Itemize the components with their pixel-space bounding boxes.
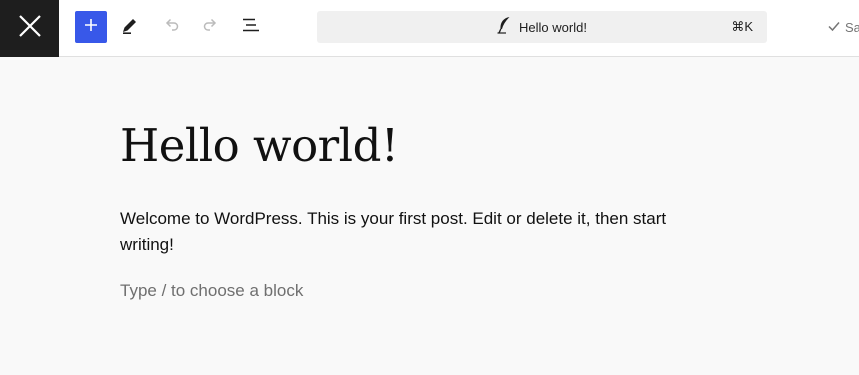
close-editor-button[interactable] <box>0 0 59 57</box>
editor-toolbar: Hello world! ⌘K Sa <box>0 0 859 57</box>
undo-icon <box>161 15 181 40</box>
close-icon <box>18 14 42 43</box>
redo-button[interactable] <box>195 11 227 43</box>
undo-button[interactable] <box>155 11 187 43</box>
paragraph-block[interactable]: Welcome to WordPress. This is your first… <box>120 206 720 258</box>
save-status-label: Sa <box>845 19 859 35</box>
block-appender-placeholder[interactable]: Type / to choose a block <box>120 278 303 304</box>
command-bar-shortcut: ⌘K <box>731 19 753 34</box>
command-palette-button[interactable]: Hello world! ⌘K <box>317 11 767 43</box>
save-status[interactable]: Sa <box>827 11 859 43</box>
check-icon <box>827 19 841 36</box>
redo-icon <box>201 15 221 40</box>
tools-button[interactable] <box>114 11 146 43</box>
quill-icon <box>497 16 511 39</box>
document-overview-button[interactable] <box>235 11 267 43</box>
pencil-icon <box>120 15 140 40</box>
add-block-button[interactable] <box>75 11 107 43</box>
editor-canvas: Hello world! Welcome to WordPress. This … <box>0 57 859 375</box>
document-overview-icon <box>241 15 261 40</box>
command-bar-title-group: Hello world! <box>497 16 587 39</box>
command-bar-title: Hello world! <box>519 19 587 35</box>
plus-icon <box>83 17 99 38</box>
post-title[interactable]: Hello world! <box>120 118 399 174</box>
